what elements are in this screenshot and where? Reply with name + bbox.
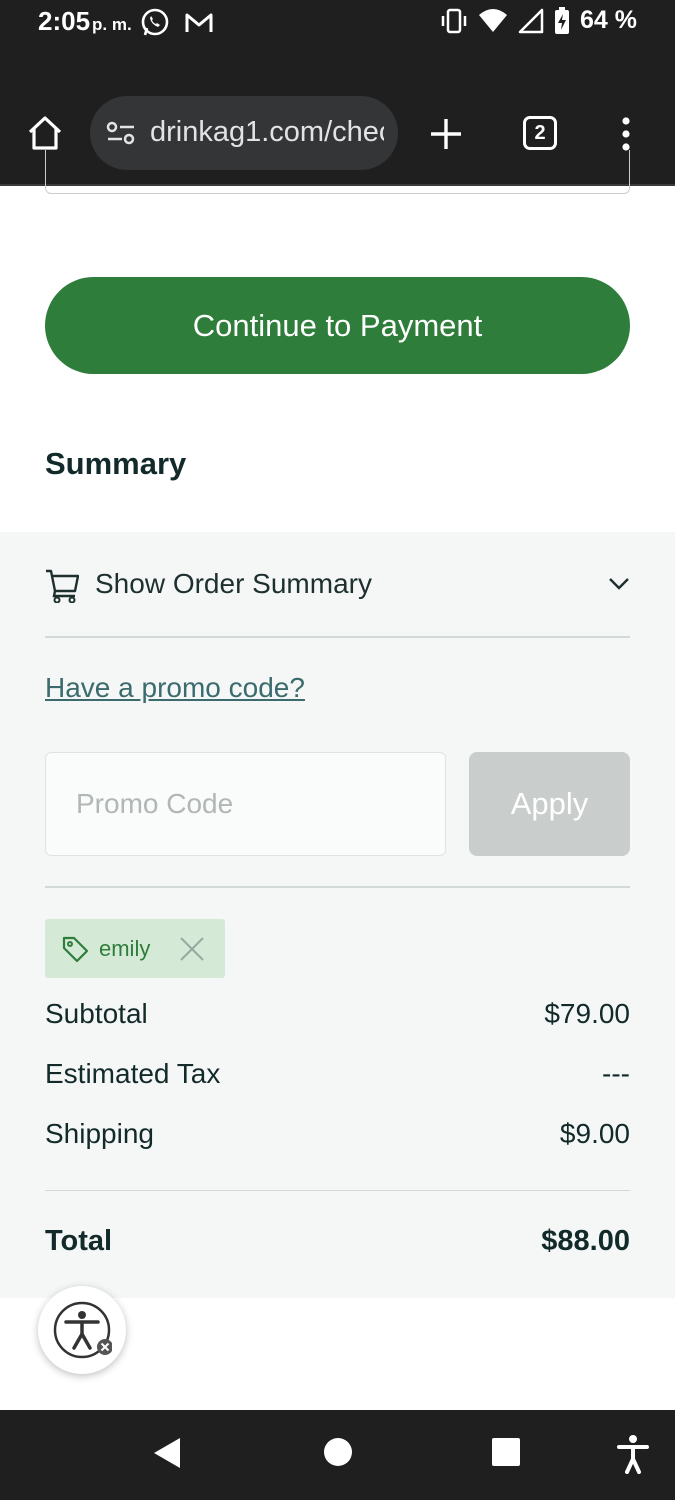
cart-icon <box>46 569 79 603</box>
wifi-icon <box>479 8 508 32</box>
gmail-icon <box>185 13 213 32</box>
promo-code-input[interactable] <box>45 752 446 856</box>
accessibility-icon <box>53 1301 112 1359</box>
status-bar: 2:05 p. m. 64 % <box>0 0 675 48</box>
total-label: Total <box>45 1225 113 1257</box>
divider <box>45 636 630 638</box>
new-tab-icon[interactable] <box>428 116 464 152</box>
accessibility-shortcut-icon[interactable] <box>617 1434 649 1474</box>
remove-promo-icon[interactable] <box>179 936 205 962</box>
navigation-bar <box>0 1410 675 1500</box>
order-summary-label: Show Order Summary <box>95 568 372 599</box>
whatsapp-icon <box>141 8 169 36</box>
back-icon[interactable] <box>152 1436 182 1470</box>
tax-value: --- <box>602 1058 630 1089</box>
battery-icon <box>555 6 570 34</box>
url-text[interactable]: drinkag1.com/checkout <box>150 116 384 150</box>
shipping-value: $9.00 <box>559 1118 630 1149</box>
status-time-value: 2:05 <box>38 6 91 36</box>
home-icon[interactable] <box>26 114 64 152</box>
tax-label: Estimated Tax <box>45 1058 221 1089</box>
continue-to-payment-button[interactable]: Continue to Payment <box>45 277 630 374</box>
accessibility-widget-button[interactable] <box>38 1286 126 1374</box>
applied-promo-code: emily <box>99 935 151 961</box>
total-row: Total $88.00 <box>45 1225 630 1258</box>
home-nav-icon[interactable] <box>324 1438 352 1466</box>
vibrate-icon <box>441 8 467 33</box>
divider <box>45 1190 630 1191</box>
shipping-row: Shipping $9.00 <box>45 1118 630 1150</box>
subtotal-value: $79.00 <box>544 998 630 1029</box>
tax-row: Estimated Tax --- <box>45 1058 630 1090</box>
notification-icons <box>140 8 214 38</box>
status-ampm: p. m. <box>92 15 132 34</box>
status-time: 2:05 p. m. <box>38 6 132 37</box>
tag-icon <box>62 936 89 962</box>
divider <box>45 886 630 888</box>
subtotal-row: Subtotal $79.00 <box>45 998 630 1030</box>
battery-percent: 64 % <box>580 6 637 34</box>
applied-promo-chip: emily <box>45 919 225 978</box>
total-value: $88.00 <box>541 1225 630 1257</box>
shipping-label: Shipping <box>45 1118 154 1149</box>
more-options-icon[interactable] <box>620 116 632 152</box>
tab-switcher-button[interactable]: 2 <box>523 116 557 150</box>
previous-field-edge <box>45 150 630 194</box>
show-order-summary-toggle[interactable]: Show Order Summary <box>45 562 630 606</box>
site-settings-icon[interactable] <box>106 120 136 146</box>
summary-panel: Show Order Summary Have a promo code? Ap… <box>0 532 675 1298</box>
subtotal-label: Subtotal <box>45 998 148 1029</box>
system-icons: 64 % <box>440 6 637 35</box>
chevron-down-icon <box>609 578 629 590</box>
recent-apps-icon[interactable] <box>492 1438 520 1466</box>
signal-icon <box>518 8 544 33</box>
summary-heading: Summary <box>45 446 187 481</box>
promo-code-link[interactable]: Have a promo code? <box>45 672 305 704</box>
apply-button[interactable]: Apply <box>469 752 630 856</box>
